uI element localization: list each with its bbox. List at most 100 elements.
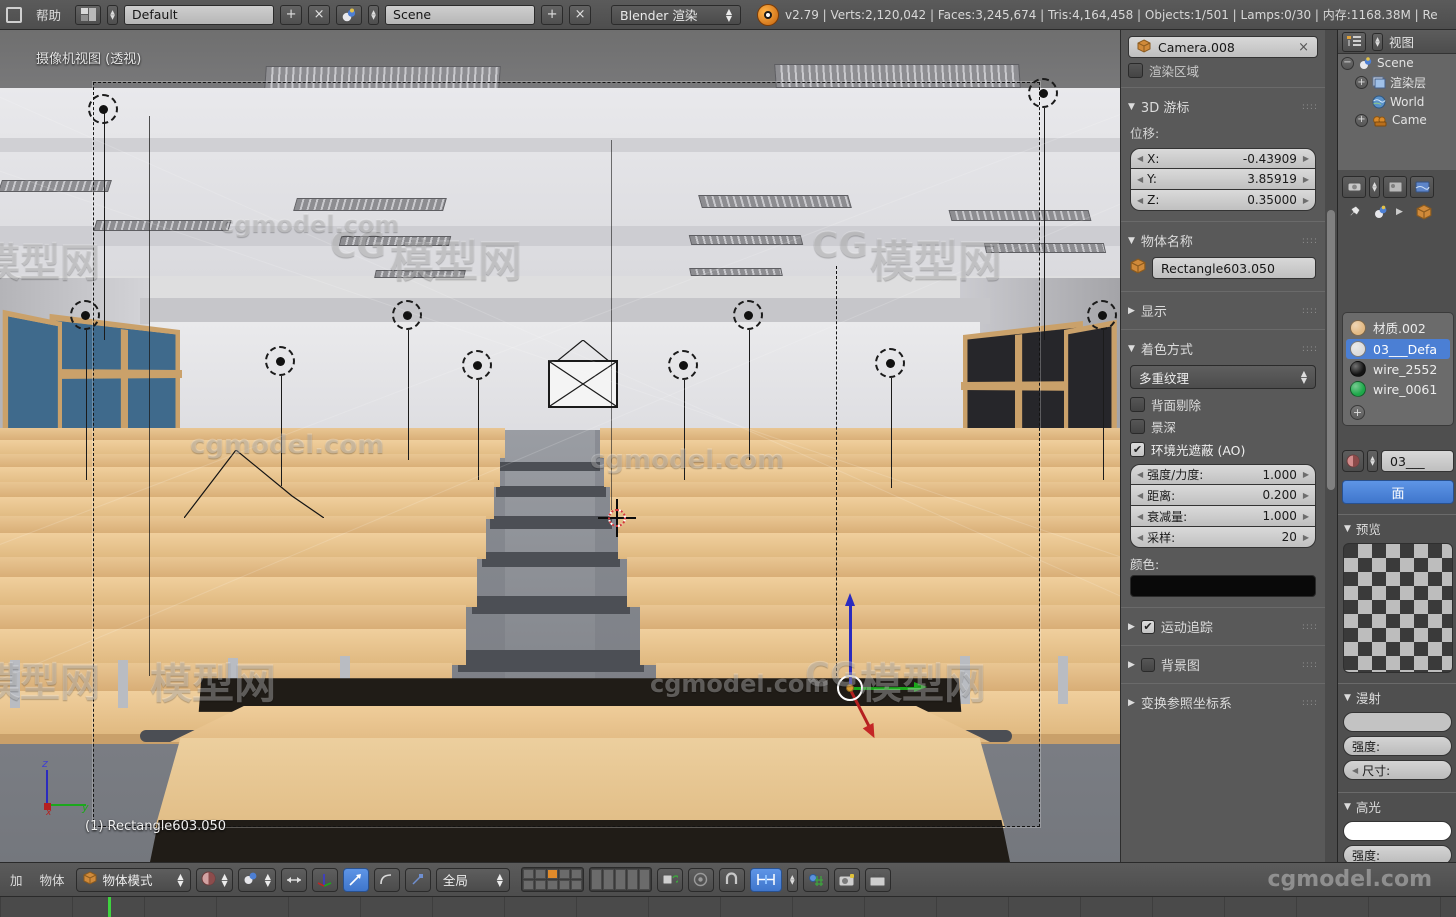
screen-layout-name[interactable]: Default [124, 4, 275, 25]
layer-cell[interactable] [522, 869, 534, 879]
object-name-row[interactable]: Rectangle603.050 [1121, 255, 1325, 287]
screen-layout-icon[interactable] [75, 4, 102, 25]
menu-object[interactable]: 物体 [34, 870, 71, 889]
decrement-icon[interactable]: ◀ [1137, 470, 1143, 479]
timeline-playhead[interactable] [108, 897, 111, 917]
snap-mode-icon[interactable] [749, 867, 782, 892]
decrement-icon[interactable]: ◀ [1137, 491, 1143, 500]
shading-mode-row[interactable]: 多重纹理 ▲ ▼ [1121, 363, 1325, 393]
backface-cull-row[interactable]: 背面剔除 [1121, 393, 1325, 416]
ao-distance-field[interactable]: ◀ 距离: 0.200 ▶ [1130, 485, 1316, 506]
layer-cell[interactable] [546, 880, 558, 890]
tab-render-icon[interactable] [1342, 176, 1366, 198]
outliner-row-1[interactable]: + 渲染层 [1338, 72, 1456, 93]
render-camera-icon[interactable] [833, 867, 860, 892]
lamp-gizmo-6[interactable] [462, 350, 492, 380]
increment-icon[interactable]: ▶ [1303, 196, 1309, 205]
active-material-name-field[interactable]: 03___ [1381, 450, 1454, 472]
layer-cell[interactable] [558, 880, 570, 890]
decrement-icon[interactable]: ◀ [1137, 512, 1143, 521]
material-browse-spinner[interactable]: ▲ ▼ [1367, 450, 1378, 472]
specular-intensity-field[interactable]: 强度: [1343, 845, 1452, 862]
panel-header-motion-tracking[interactable]: ▶ ✔ 运动追踪 :::: [1121, 612, 1325, 641]
render-animation-icon[interactable] [864, 867, 891, 892]
material-preview-thumbnail[interactable] [1343, 543, 1453, 673]
layer-col-4[interactable] [558, 869, 570, 890]
lamp-gizmo-4[interactable] [265, 346, 295, 376]
material-slot-1[interactable]: 03___Defa [1346, 339, 1450, 359]
material-rows[interactable]: 材质.002 03___Defa wire_2552 wire_0061 [1346, 316, 1450, 399]
increment-icon[interactable]: ▶ [1303, 175, 1309, 184]
active-material-row[interactable]: ▲ ▼ 03___ [1342, 450, 1454, 472]
snap-mode-spinner[interactable]: ▲ ▼ [786, 867, 798, 892]
background-images-checkbox[interactable] [1140, 657, 1155, 672]
ao-row[interactable]: ✔ 环境光遮蔽 (AO) [1121, 437, 1325, 462]
scene-layers-group-1[interactable] [520, 867, 584, 892]
ao-factor-field[interactable]: ◀ 强度/力度: 1.000 ▶ [1130, 464, 1316, 485]
cursor-y-field[interactable]: ◀ Y: 3.85919 ▶ [1130, 169, 1316, 190]
viewport-properties-panel[interactable]: Camera.008 × 渲染区域 ▼ 3D 游标 :::: 位移: ◀ X: … [1120, 30, 1325, 862]
layer-cell[interactable] [522, 880, 534, 890]
transform-orientation-dropdown[interactable]: 全局 ▲ ▼ [435, 867, 510, 892]
layer-col-9[interactable] [626, 869, 638, 890]
layer-cell[interactable] [590, 869, 602, 890]
pivot-point-dropdown[interactable]: ▲ ▼ [237, 867, 276, 892]
layer-cell-active[interactable] [546, 869, 558, 879]
layer-col-3[interactable] [546, 869, 558, 890]
specular-color-swatch[interactable] [1343, 821, 1452, 841]
scene-spinner[interactable]: ▲ ▼ [368, 4, 380, 25]
lamp-gizmo-8[interactable] [733, 300, 763, 330]
layer-cell[interactable] [534, 869, 546, 879]
layer-cell[interactable] [570, 869, 582, 879]
expand-icon[interactable]: + [1355, 113, 1368, 127]
active-camera-field[interactable]: Camera.008 × [1128, 36, 1318, 58]
3d-viewport[interactable]: 模型网 模型网 模型网 CG CG 模型网 模型网 CG 模型网 cgmodel… [0, 30, 1120, 862]
outliner-editor[interactable]: ▲▼ 视图 − Scene + 渲染层 +World + Came [1338, 30, 1456, 170]
panel-header-shading[interactable]: ▼ 着色方式 :::: [1121, 334, 1325, 363]
viewport-shading-dropdown[interactable]: ▲ ▼ [195, 867, 233, 892]
cursor-x-field[interactable]: ◀ X: -0.43909 ▶ [1130, 148, 1316, 169]
panel-header-3d-cursor[interactable]: ▼ 3D 游标 :::: [1121, 92, 1325, 121]
lamp-gizmo-5[interactable] [392, 300, 422, 330]
ao-checkbox[interactable]: ✔ [1130, 442, 1145, 457]
decrement-icon[interactable]: ◀ [1137, 175, 1143, 184]
properties-tab-row-2[interactable]: ▶ [1342, 201, 1453, 223]
decrement-icon[interactable]: ◀ [1352, 766, 1358, 775]
decrement-icon[interactable]: ◀ [1137, 196, 1143, 205]
material-slot-3[interactable]: wire_0061 [1346, 379, 1450, 399]
layer-cell[interactable] [614, 869, 626, 890]
properties-tab-row-1[interactable]: ▲ ▼ [1342, 176, 1453, 198]
menu-help[interactable]: 帮助 [28, 5, 69, 24]
layer-col-8[interactable] [614, 869, 626, 890]
snap-magnet-icon[interactable] [718, 867, 745, 892]
diffuse-intensity-field[interactable]: 强度: [1343, 736, 1452, 756]
properties-scroll-spinner[interactable]: ▲ ▼ [1369, 176, 1380, 198]
assign-face-button[interactable]: 面 [1342, 480, 1454, 504]
layer-col-10[interactable] [638, 869, 650, 890]
increment-icon[interactable]: ▶ [1303, 154, 1309, 163]
increment-icon[interactable]: ▶ [1303, 470, 1309, 479]
dof-checkbox[interactable] [1130, 419, 1145, 434]
increment-icon[interactable]: ▶ [1303, 491, 1309, 500]
panel-header-background-images[interactable]: ▶ 背景图 :::: [1121, 650, 1325, 679]
menu-add[interactable]: 加 [4, 870, 29, 889]
layer-col-2[interactable] [534, 869, 546, 890]
render-border-checkbox[interactable] [1128, 63, 1143, 78]
add-screen-button[interactable]: + [280, 4, 303, 25]
lamp-gizmo-1[interactable] [88, 94, 118, 124]
lamp-gizmo-10[interactable] [1087, 300, 1117, 330]
outliner-row-2[interactable]: +World [1338, 93, 1456, 111]
outliner-rows[interactable]: − Scene + 渲染层 +World + Came [1338, 54, 1456, 129]
panel-header-transform-orientations[interactable]: ▶ 变换参照坐标系 :::: [1121, 688, 1325, 717]
layer-cell[interactable] [570, 880, 582, 890]
right-editor-column[interactable]: ▲▼ 视图 −Scene+渲染层+World+Came ▲▼ [1337, 30, 1456, 862]
diffuse-size-field[interactable]: ◀ 尺寸: [1343, 760, 1452, 780]
tab-object-data-icon[interactable] [1369, 201, 1393, 223]
decrement-icon[interactable]: ◀ [1137, 533, 1143, 542]
expand-icon[interactable]: + [1355, 76, 1368, 89]
material-slot-list[interactable]: 材质.002 03___Defa wire_2552 wire_0061 + [1342, 312, 1454, 426]
layer-cell[interactable] [638, 869, 650, 890]
delete-screen-button[interactable]: × [308, 4, 331, 25]
outliner-row-3[interactable]: + Came [1338, 111, 1456, 129]
increment-icon[interactable]: ▶ [1303, 533, 1309, 542]
